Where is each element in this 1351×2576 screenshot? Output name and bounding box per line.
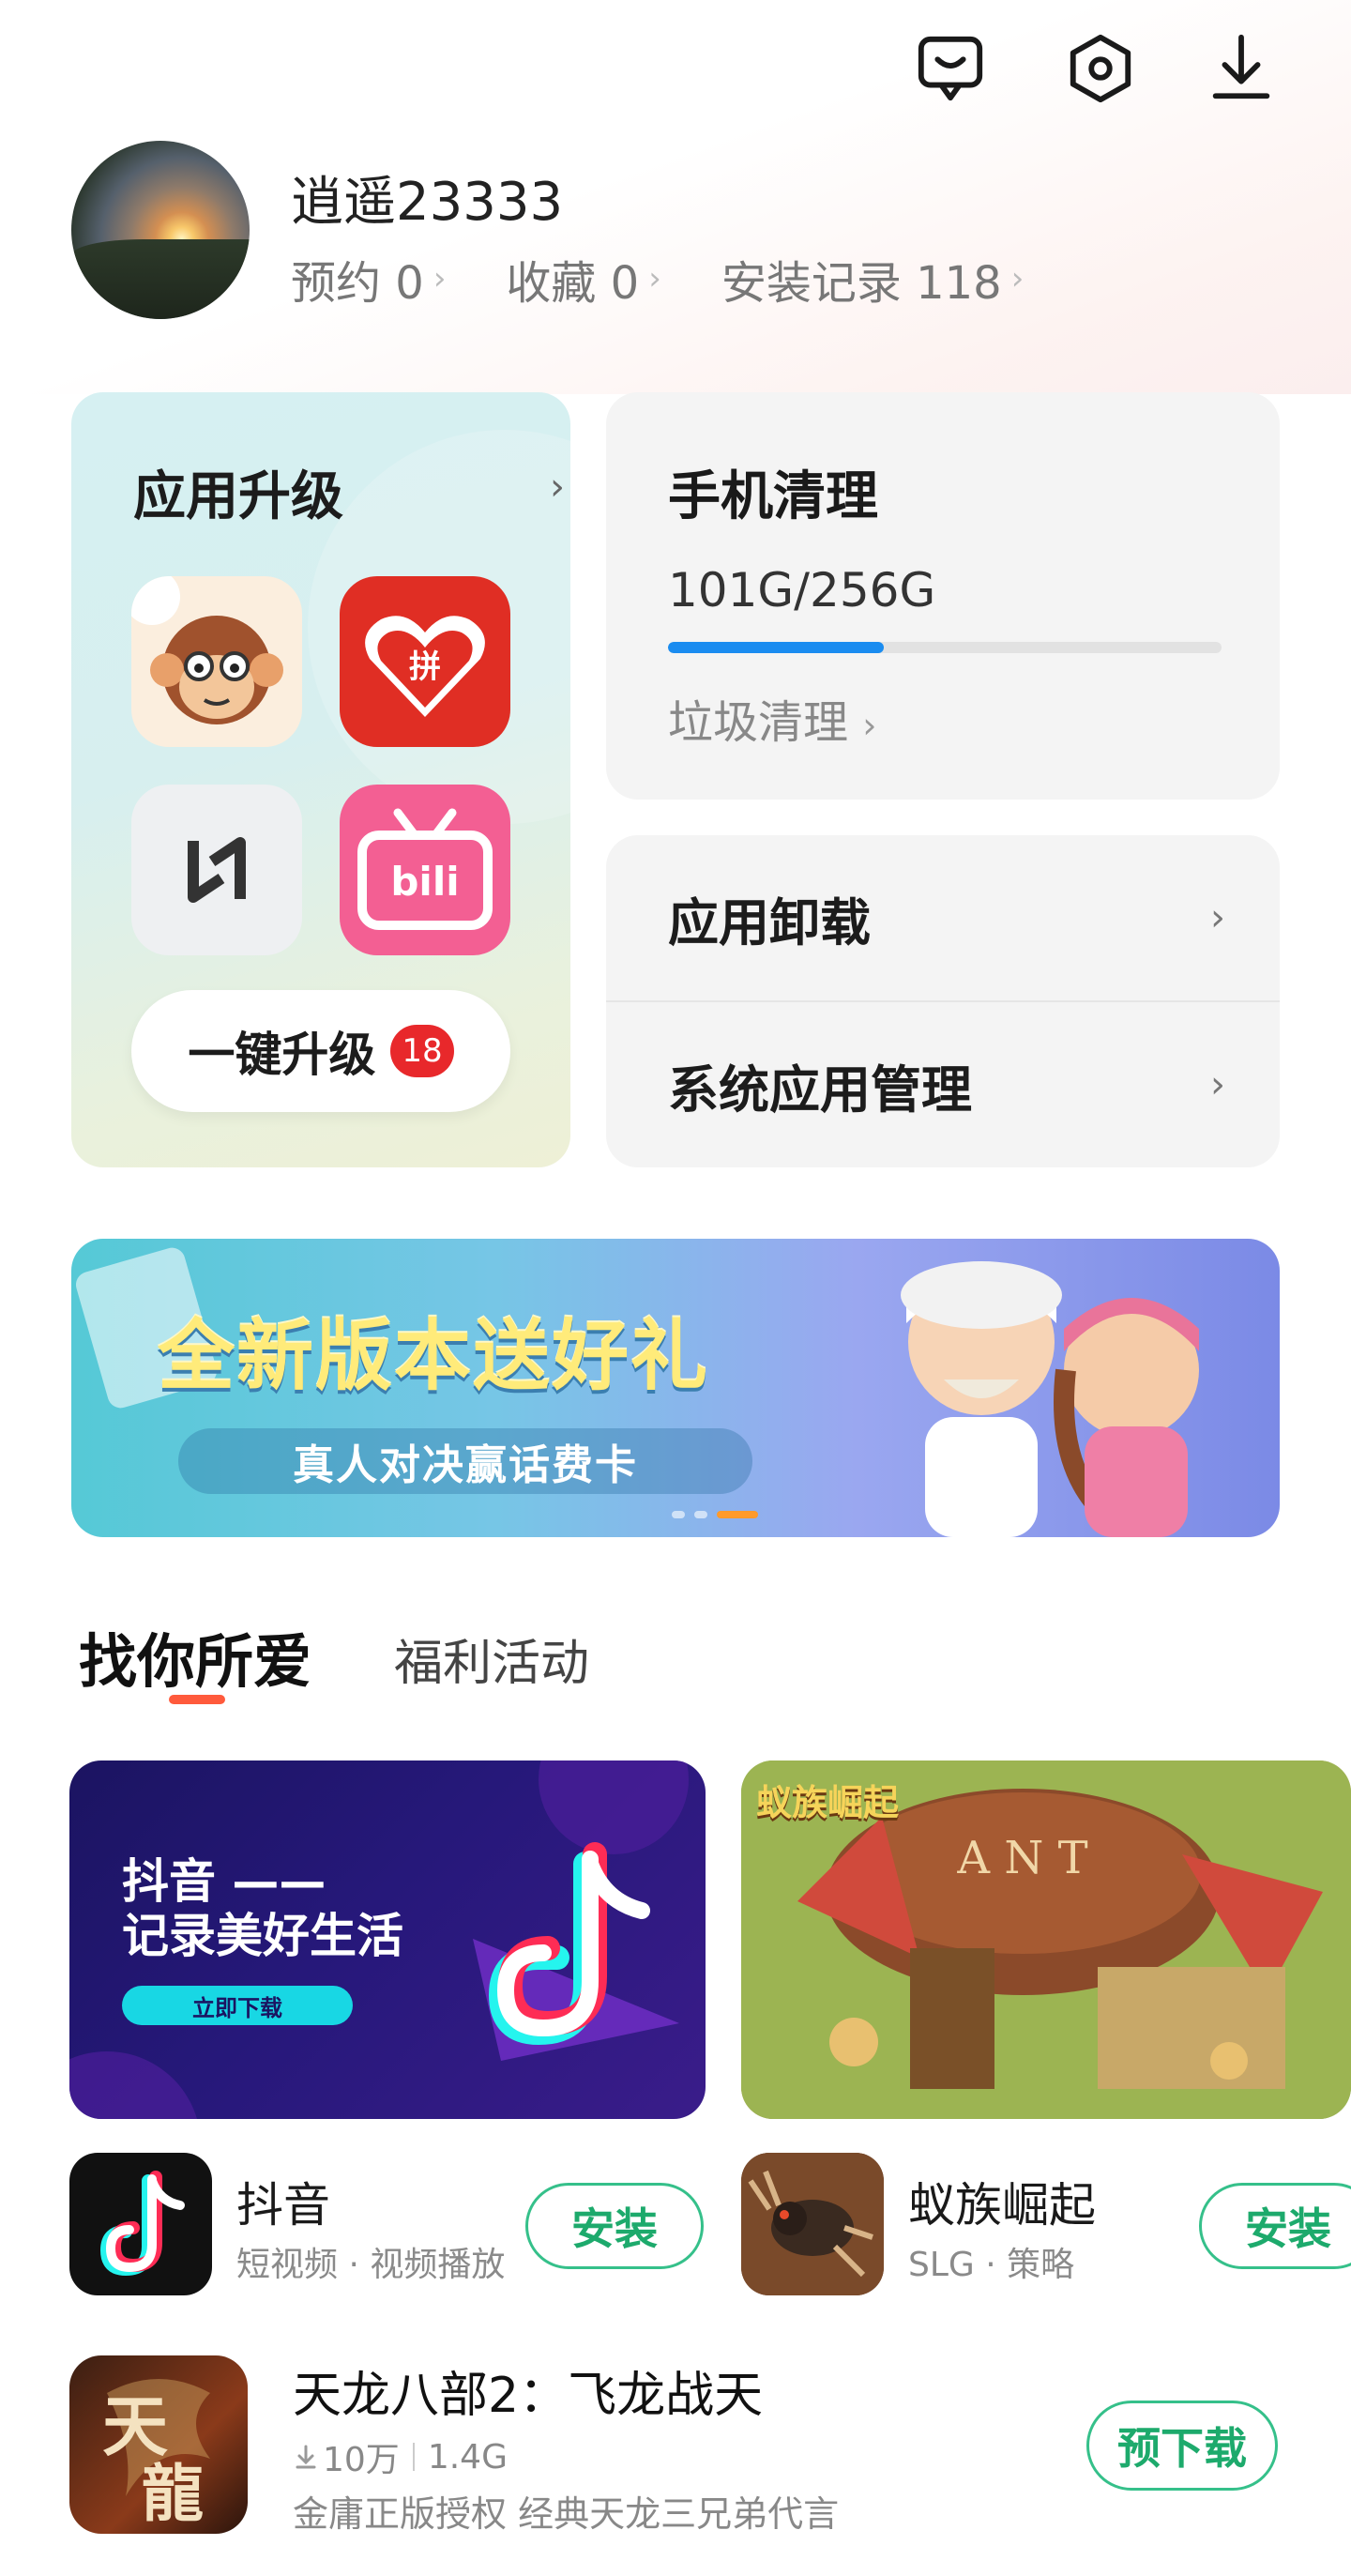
harmony-app-icon[interactable] (131, 785, 302, 955)
stat-install-history[interactable]: 安装记录 118 › (721, 246, 1025, 312)
junk-clean-link[interactable]: 垃圾清理 › (668, 685, 876, 751)
stat-reservations[interactable]: 预约 0 › (291, 246, 446, 312)
douyin-feature-card[interactable]: 抖音 —— 记录美好生活 立即下载 (69, 1761, 706, 2119)
stat-label: 安装记录 118 (721, 257, 1002, 310)
banner-subtitle-pill: 真人对决赢话费卡 (178, 1428, 752, 1494)
update-count-badge: 18 (390, 1025, 454, 1077)
download-now-button[interactable]: 立即下载 (122, 1986, 353, 2025)
app-uninstall-row[interactable]: 应用卸载 › (606, 835, 1280, 1000)
message-icon[interactable] (910, 28, 991, 109)
storage-progress-fill (668, 642, 885, 653)
banner-dot (717, 1511, 758, 1518)
system-app-manage-row[interactable]: 系统应用管理 › (606, 1002, 1280, 1167)
feature-headline-line: 记录美好生活 (122, 1909, 403, 1963)
banner-pagination (672, 1511, 758, 1518)
manage-row-label: 系统应用管理 (668, 1059, 972, 1120)
banner-title: 全新版本送好礼 (158, 1312, 710, 1401)
stat-label: 预约 0 (291, 257, 424, 310)
app-name: 抖音 (236, 2178, 330, 2233)
install-button[interactable]: 安装 (525, 2183, 704, 2269)
game-title-art: 蚁族崛起 (756, 1781, 900, 1823)
featured-app-description: 金庸正版授权 经典天龙三兄弟代言 (293, 2493, 840, 2535)
tianlong-app-icon[interactable]: 天 龍 (69, 2355, 248, 2534)
decoration (69, 2051, 201, 2119)
storage-progress-bar (668, 642, 1222, 653)
feature-headline-line: 抖音 —— (122, 1854, 326, 1909)
bilibili-app-icon[interactable]: bili (340, 785, 510, 955)
one-click-upgrade-button[interactable]: 一键升级 18 (131, 990, 510, 1112)
featured-app-name: 天龙八部2：飞龙战天 (293, 2368, 764, 2424)
ant-rise-app-icon[interactable] (741, 2153, 884, 2295)
banner-dot (694, 1511, 707, 1518)
svg-text:天: 天 (102, 2387, 168, 2465)
stat-favorites[interactable]: 收藏 0 › (506, 246, 660, 312)
chevron-right-icon: › (550, 465, 565, 509)
storage-usage-text: 101G/256G (668, 563, 936, 617)
featured-app-meta: 10万 1.4G (293, 2432, 508, 2481)
chevron-right-icon: › (862, 705, 877, 746)
pre-download-button[interactable]: 预下载 (1086, 2401, 1278, 2491)
csdn-app-icon[interactable] (131, 576, 302, 747)
douyin-app-icon[interactable] (69, 2153, 212, 2295)
app-name: 蚁族崛起 (908, 2178, 1096, 2233)
feature-headline: 抖音 —— 记录美好生活 (122, 1854, 403, 1963)
svg-text:龍: 龍 (142, 2457, 204, 2530)
install-button[interactable]: 安装 (1199, 2183, 1351, 2269)
avatar[interactable] (71, 141, 250, 319)
tab-welfare-activity[interactable]: 福利活动 (394, 1623, 589, 1694)
svg-text:A N T: A N T (956, 1832, 1087, 1884)
chevron-right-icon: › (1010, 260, 1025, 297)
chevron-right-icon: › (433, 260, 447, 297)
download-count-icon (296, 2445, 316, 2469)
download-count: 10万 (323, 2441, 400, 2479)
chevron-right-icon: › (1210, 896, 1225, 939)
promo-banner[interactable]: 全新版本送好礼 真人对决赢话费卡 (71, 1239, 1280, 1537)
chevron-right-icon: › (648, 260, 661, 297)
ant-rise-feature-card[interactable]: A N T 蚁族崛起 (741, 1761, 1351, 2119)
pinduoduo-app-icon[interactable]: 拼 (340, 576, 510, 747)
phone-clean-card[interactable]: 手机清理 101G/256G 垃圾清理 › (606, 392, 1280, 800)
active-tab-indicator (169, 1695, 225, 1704)
junk-clean-label: 垃圾清理 (668, 696, 849, 749)
separator (412, 2443, 415, 2471)
game-characters-illustration (901, 1261, 1199, 1537)
svg-text:拼: 拼 (409, 648, 441, 686)
banner-subtitle: 真人对决赢话费卡 (293, 1441, 638, 1489)
app-meta: 短视频 · 视频播放 (236, 2246, 506, 2284)
app-meta: SLG · 策略 (908, 2246, 1075, 2284)
upgrade-card-title: 应用升级 (133, 466, 343, 527)
settings-icon[interactable] (1060, 28, 1141, 109)
tab-find-love[interactable]: 找你所爱 (79, 1614, 311, 1699)
upgrade-button-label: 一键升级 (188, 1028, 376, 1082)
app-size: 1.4G (427, 2437, 508, 2477)
clean-card-title: 手机清理 (668, 466, 878, 527)
stat-label: 收藏 0 (506, 257, 640, 310)
manage-row-label: 应用卸载 (668, 892, 871, 953)
banner-dot (672, 1511, 685, 1518)
chevron-right-icon: › (1210, 1063, 1225, 1106)
app-manage-card: 应用卸载 › 系统应用管理 › (606, 835, 1280, 1167)
username[interactable]: 逍遥23333 (291, 160, 563, 236)
svg-text:bili: bili (390, 859, 459, 905)
profile-stats: 预约 0 › 收藏 0 › 安装记录 118 › (291, 246, 1084, 312)
douyin-logo-art (473, 1842, 679, 2061)
download-icon[interactable] (1201, 28, 1282, 109)
